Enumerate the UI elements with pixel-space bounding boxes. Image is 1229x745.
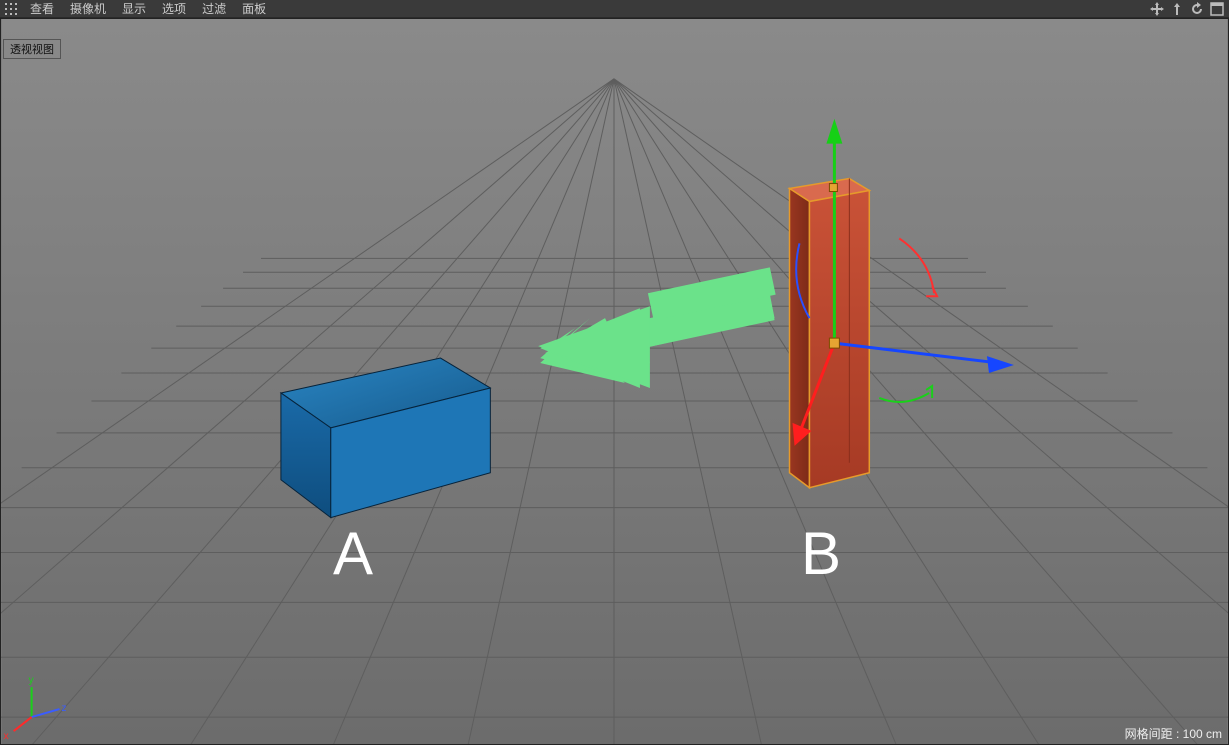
grid-icon <box>4 2 18 16</box>
perspective-viewport[interactable]: y z x 透视视图 A B 网格间距 : 100 cm <box>0 18 1229 745</box>
move-camera-icon[interactable] <box>1149 1 1165 17</box>
maximize-viewport-icon[interactable] <box>1209 1 1225 17</box>
grid-spacing-status: 网格间距 : 100 cm <box>1125 725 1222 742</box>
label-b: B <box>801 519 841 588</box>
viewport-canvas: y z x <box>1 19 1228 744</box>
svg-text:y: y <box>29 675 34 686</box>
menu-panel[interactable]: 面板 <box>234 0 274 18</box>
zoom-camera-icon[interactable] <box>1169 1 1185 17</box>
object-cube-b[interactable] <box>790 179 870 488</box>
top-menubar: 查看 摄像机 显示 选项 过滤 面板 <box>0 0 1229 18</box>
menu-view[interactable]: 查看 <box>22 0 62 18</box>
menu-display[interactable]: 显示 <box>114 0 154 18</box>
menu-camera[interactable]: 摄像机 <box>62 0 114 18</box>
rotate-camera-icon[interactable] <box>1189 1 1205 17</box>
viewport-tab[interactable]: 透视视图 <box>3 39 61 59</box>
menu-options[interactable]: 选项 <box>154 0 194 18</box>
label-a: A <box>333 519 373 588</box>
svg-text:z: z <box>62 703 67 714</box>
menu-filter[interactable]: 过滤 <box>194 0 234 18</box>
svg-text:x: x <box>4 731 9 742</box>
